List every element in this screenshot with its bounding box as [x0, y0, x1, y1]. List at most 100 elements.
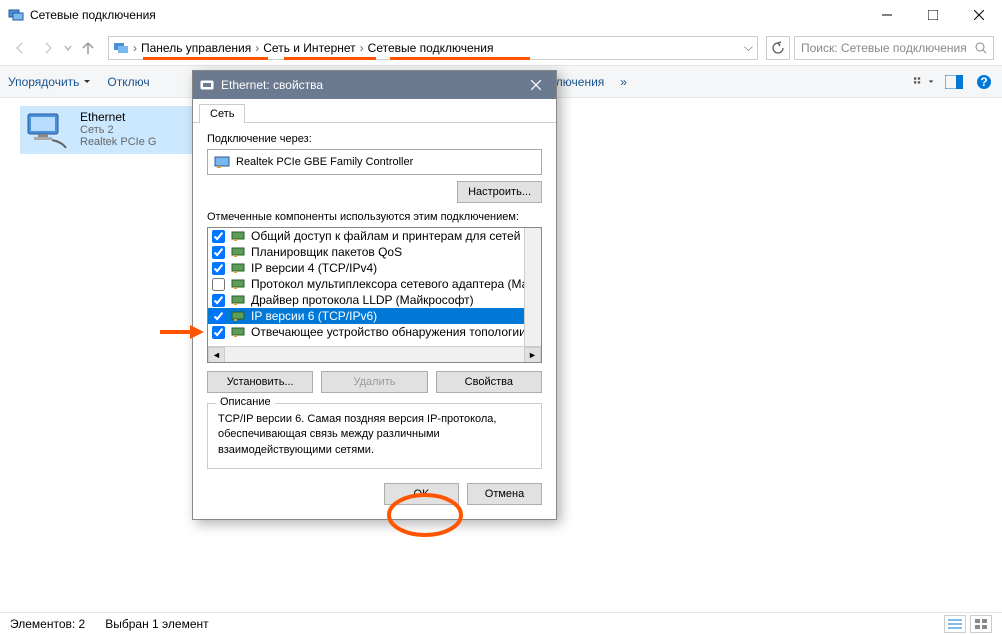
component-item[interactable]: Планировщик пакетов QoS	[208, 244, 541, 260]
component-item[interactable]: IP версии 6 (TCP/IPv6)	[208, 308, 541, 324]
details-view-button[interactable]	[944, 615, 966, 633]
component-checkbox[interactable]	[212, 278, 225, 291]
component-label: Протокол мультиплексора сетевого адаптер…	[251, 277, 535, 291]
component-label: Планировщик пакетов QoS	[251, 245, 402, 259]
protocol-icon	[231, 278, 245, 290]
chevron-down-icon	[928, 78, 934, 86]
component-item[interactable]: Отвечающее устройство обнаружения тополо…	[208, 324, 541, 340]
dialog-tabs: Сеть	[193, 99, 556, 123]
scroll-left-button[interactable]: ◄	[208, 347, 225, 364]
back-button[interactable]	[8, 36, 32, 60]
history-dropdown[interactable]	[64, 41, 72, 55]
protocol-icon	[231, 310, 245, 322]
annotation-underline	[390, 56, 530, 60]
chevron-right-icon: ›	[255, 41, 259, 55]
uninstall-button[interactable]: Удалить	[321, 371, 427, 393]
ethernet-icon	[24, 110, 72, 150]
protocol-icon	[231, 326, 245, 338]
adapter-name: Realtek PCIe GBE Family Controller	[236, 156, 413, 168]
component-label: Общий доступ к файлам и принтерам для се…	[251, 229, 536, 243]
minimize-button[interactable]	[864, 0, 910, 30]
connection-adapter: Realtek PCIe G	[80, 136, 156, 148]
component-label: Отвечающее устройство обнаружения тополо…	[251, 325, 534, 339]
view-options-icon[interactable]	[914, 72, 934, 92]
breadcrumb-item[interactable]: Сеть и Интернет	[263, 41, 355, 55]
maximize-button[interactable]	[910, 0, 956, 30]
connection-network: Сеть 2	[80, 124, 156, 136]
scrollbar-vertical[interactable]	[524, 228, 541, 346]
description-legend: Описание	[216, 396, 275, 408]
component-item[interactable]: Протокол мультиплексора сетевого адаптер…	[208, 276, 541, 292]
forward-button[interactable]	[36, 36, 60, 60]
chevron-right-icon: ›	[360, 41, 364, 55]
search-placeholder: Поиск: Сетевые подключения	[801, 41, 975, 55]
breadcrumb-item[interactable]: Панель управления	[141, 41, 251, 55]
configure-button[interactable]: Настроить...	[457, 181, 542, 203]
dialog-close-button[interactable]	[522, 71, 550, 99]
dialog-titlebar[interactable]: Ethernet: свойства	[193, 71, 556, 99]
component-checkbox[interactable]	[212, 230, 225, 243]
refresh-button[interactable]	[766, 36, 790, 60]
protocol-icon	[231, 230, 245, 242]
svg-text:?: ?	[980, 75, 987, 89]
adapter-box: Realtek PCIe GBE Family Controller	[207, 149, 542, 175]
components-list: Общий доступ к файлам и принтерам для се…	[207, 227, 542, 363]
protocol-icon	[231, 294, 245, 306]
network-icon	[8, 7, 24, 23]
cancel-button[interactable]: Отмена	[467, 483, 542, 505]
scroll-right-button[interactable]: ►	[524, 347, 541, 364]
component-item[interactable]: Общий доступ к файлам и принтерам для се…	[208, 228, 541, 244]
search-icon	[975, 42, 987, 54]
properties-button[interactable]: Свойства	[436, 371, 542, 393]
tab-network[interactable]: Сеть	[199, 104, 245, 123]
adapter-icon	[199, 77, 215, 93]
description-group: Описание TCP/IP версии 6. Самая поздняя …	[207, 403, 542, 469]
connection-name: Ethernet	[80, 110, 156, 124]
component-checkbox[interactable]	[212, 294, 225, 307]
components-label: Отмеченные компоненты используются этим …	[207, 211, 542, 223]
search-input[interactable]: Поиск: Сетевые подключения	[794, 36, 994, 60]
component-checkbox[interactable]	[212, 262, 225, 275]
annotation-arrow	[158, 322, 206, 342]
install-button[interactable]: Установить...	[207, 371, 313, 393]
up-button[interactable]	[76, 36, 100, 60]
adapter-card-icon	[214, 155, 230, 169]
close-button[interactable]	[956, 0, 1002, 30]
protocol-icon	[231, 262, 245, 274]
network-icon	[113, 40, 129, 56]
dialog-title: Ethernet: свойства	[221, 78, 522, 92]
component-checkbox[interactable]	[212, 246, 225, 259]
description-text: TCP/IP версии 6. Самая поздняя версия IP…	[218, 412, 531, 458]
more-button[interactable]: »	[620, 75, 627, 89]
window-title: Сетевые подключения	[30, 8, 864, 22]
component-checkbox[interactable]	[212, 310, 225, 323]
statusbar: Элементов: 2 Выбран 1 элемент	[0, 612, 1002, 635]
element-count: Элементов: 2	[10, 617, 85, 631]
chevron-down-icon	[83, 78, 91, 86]
component-checkbox[interactable]	[212, 326, 225, 339]
help-icon[interactable]: ?	[974, 72, 994, 92]
titlebar: Сетевые подключения	[0, 0, 1002, 30]
properties-dialog: Ethernet: свойства Сеть Подключение чере…	[192, 70, 557, 520]
organize-menu[interactable]: Упорядочить	[8, 75, 91, 89]
protocol-icon	[231, 246, 245, 258]
connection-item[interactable]: Ethernet Сеть 2 Realtek PCIe G	[20, 106, 220, 154]
icons-view-button[interactable]	[970, 615, 992, 633]
chevron-down-icon[interactable]: ⌵	[744, 40, 753, 55]
component-label: IP версии 6 (TCP/IPv6)	[251, 309, 377, 323]
breadcrumb-item[interactable]: Сетевые подключения	[368, 41, 494, 55]
ok-button[interactable]: OK	[384, 483, 459, 505]
selection-count: Выбран 1 элемент	[105, 617, 208, 631]
navbar: › Панель управления › Сеть и Интернет › …	[0, 30, 1002, 66]
scrollbar-horizontal[interactable]: ◄ ►	[208, 346, 541, 363]
annotation-underline	[284, 56, 376, 60]
component-label: IP версии 4 (TCP/IPv4)	[251, 261, 377, 275]
disable-button[interactable]: Отключ	[107, 75, 149, 89]
preview-pane-icon[interactable]	[944, 72, 964, 92]
component-item[interactable]: IP версии 4 (TCP/IPv4)	[208, 260, 541, 276]
connect-via-label: Подключение через:	[207, 133, 542, 145]
component-item[interactable]: Драйвер протокола LLDP (Майкрософт)	[208, 292, 541, 308]
component-label: Драйвер протокола LLDP (Майкрософт)	[251, 293, 474, 307]
annotation-underline	[143, 56, 268, 60]
chevron-right-icon: ›	[133, 41, 137, 55]
